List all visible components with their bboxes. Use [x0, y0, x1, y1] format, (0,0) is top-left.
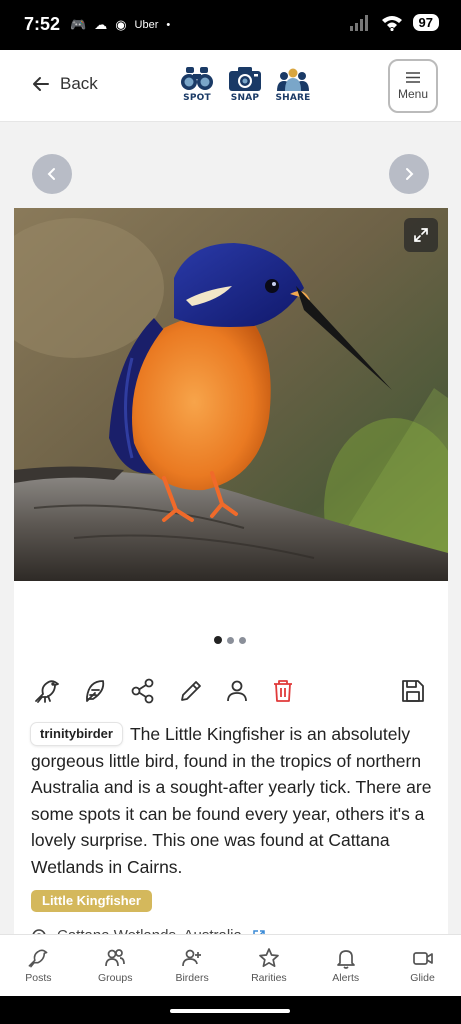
bottom-nav: Posts Groups Birders Rarities Alerts Gli… — [0, 934, 461, 996]
nav-birders-label: Birders — [175, 972, 209, 984]
feather-button[interactable] — [79, 675, 111, 707]
logo-snap: SNAP — [226, 66, 264, 103]
system-home-bar — [0, 996, 461, 1024]
share-button[interactable] — [127, 675, 159, 707]
back-button[interactable]: Back — [32, 74, 98, 94]
post-card: trinitybirder The Little Kingfisher is an… — [14, 581, 448, 944]
bell-icon — [336, 950, 355, 969]
uber-icon: Uber — [134, 19, 159, 31]
nav-glide[interactable]: Glide — [384, 935, 461, 996]
profile-button[interactable] — [221, 675, 253, 707]
game-controller-icon: 🎮 — [70, 17, 87, 32]
kingfisher-image — [14, 208, 448, 581]
bird-icon — [28, 949, 48, 968]
back-label: Back — [60, 74, 98, 93]
carousel-dot[interactable] — [239, 636, 246, 644]
nav-groups-label: Groups — [98, 972, 133, 984]
battery-indicator: 97 — [412, 14, 439, 31]
home-indicator[interactable] — [170, 1009, 290, 1013]
nav-posts[interactable]: Posts — [0, 935, 77, 996]
user-icon — [227, 680, 247, 702]
status-bar: 7:52 🎮 ☁ ◉ Uber • 97 — [0, 0, 461, 50]
logo-spot: SPOT — [178, 66, 216, 103]
share-icon — [131, 678, 154, 704]
logo-share: SHARE — [274, 66, 312, 103]
binoculars-icon — [181, 67, 213, 90]
bird-icon — [35, 680, 59, 703]
post-caption: trinitybirder The Little Kingfisher is an… — [31, 721, 436, 880]
nav-birders[interactable]: Birders — [154, 935, 231, 996]
nav-rarities[interactable]: Rarities — [230, 935, 307, 996]
arrow-left-icon — [33, 77, 49, 91]
star-icon — [259, 948, 279, 968]
notification-dot-icon: • — [166, 19, 171, 31]
status-time: 7:52 — [24, 14, 61, 34]
nav-alerts[interactable]: Alerts — [307, 935, 384, 996]
edit-button[interactable] — [175, 675, 207, 707]
logo-snap-label: SNAP — [230, 93, 260, 103]
nav-glide-label: Glide — [410, 972, 435, 984]
app-logo[interactable]: SPOT SNAP SHARE — [178, 66, 312, 103]
hamburger-icon — [406, 71, 420, 83]
group-icon — [105, 949, 126, 967]
pencil-icon — [181, 681, 201, 701]
carousel-dot-active[interactable] — [214, 636, 222, 644]
carousel-dot[interactable] — [227, 636, 234, 644]
add-user-icon — [182, 949, 202, 967]
expand-icon — [414, 228, 428, 242]
trash-icon — [274, 680, 292, 702]
bird-photo[interactable] — [14, 208, 448, 581]
fullscreen-button[interactable] — [404, 218, 438, 252]
caption-text: The Little Kingfisher is an absolutely g… — [31, 724, 432, 877]
post-actions — [31, 675, 431, 709]
nav-groups[interactable]: Groups — [77, 935, 154, 996]
camera-icon — [229, 67, 261, 91]
app-header: Back SPOT SNAP SHARE Menu — [0, 50, 461, 122]
feather-icon — [86, 680, 105, 702]
chevron-right-icon — [406, 168, 414, 180]
species-tag[interactable]: Little Kingfisher — [31, 890, 152, 912]
menu-label: Menu — [397, 86, 429, 101]
signal-icon — [349, 14, 368, 31]
video-icon — [412, 952, 433, 965]
nav-posts-label: Posts — [25, 972, 52, 984]
bird-button[interactable] — [31, 675, 63, 707]
cloud-icon: ☁ — [94, 17, 108, 32]
delete-button[interactable] — [267, 675, 299, 707]
carousel-indicator — [214, 636, 246, 644]
logo-share-label: SHARE — [275, 93, 311, 103]
save-button[interactable] — [397, 675, 429, 707]
nav-rarities-label: Rarities — [251, 972, 287, 984]
people-icon — [277, 68, 309, 91]
next-photo-button[interactable] — [389, 154, 429, 194]
save-icon — [402, 680, 424, 702]
status-indicators: 97 — [349, 14, 439, 31]
status-app-icons: 🎮 ☁ ◉ Uber • — [70, 17, 170, 33]
chevron-left-icon — [47, 168, 55, 180]
logo-spot-label: SPOT — [183, 93, 211, 103]
nav-alerts-label: Alerts — [332, 972, 360, 984]
wifi-icon — [381, 15, 402, 31]
menu-button[interactable]: Menu — [388, 59, 438, 113]
chrome-icon: ◉ — [115, 17, 127, 32]
username-badge[interactable]: trinitybirder — [31, 723, 122, 745]
previous-photo-button[interactable] — [32, 154, 72, 194]
